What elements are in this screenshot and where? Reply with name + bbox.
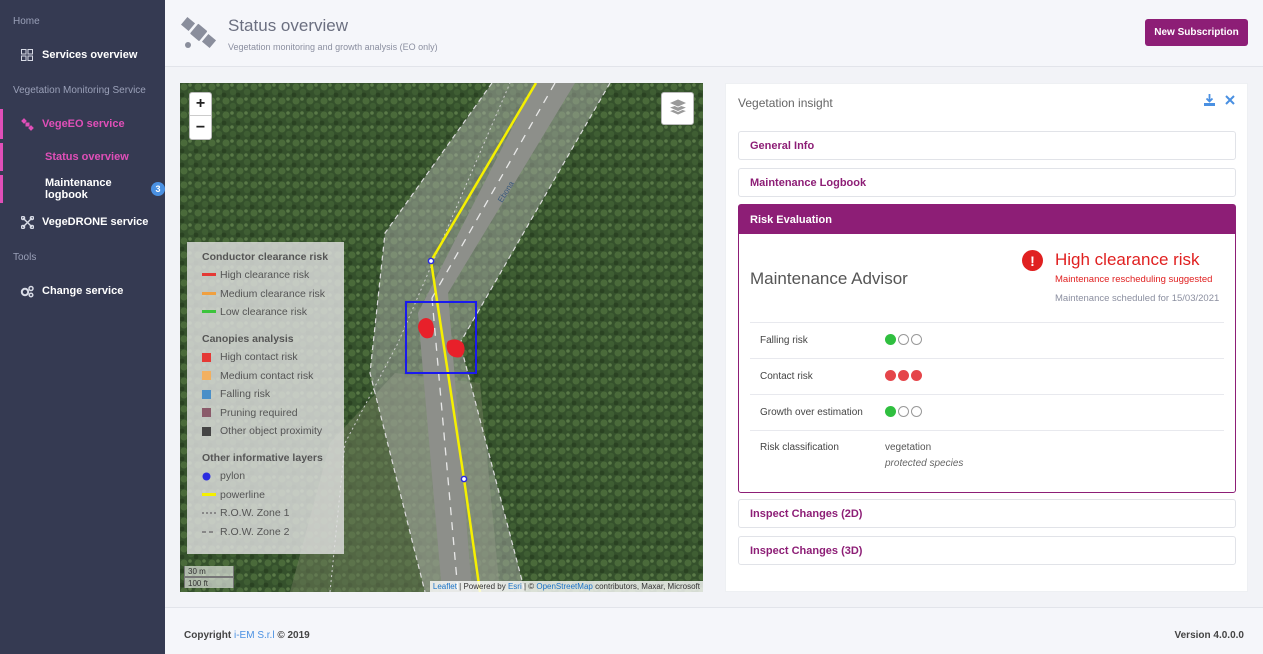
legend-item-other-object: Other object proximity [202, 422, 336, 441]
vegetation-insight-panel: Vegetation insight General Info Maintena… [725, 83, 1248, 592]
sidebar-item-label: Services overview [42, 49, 138, 61]
pylon-marker[interactable] [460, 475, 468, 483]
sidebar-item-status-overview[interactable]: Status overview [0, 143, 165, 171]
page-footer: Copyright i-EM S.r.l © 2019 Version 4.0.… [165, 607, 1263, 654]
contact-risk-rating [885, 369, 924, 384]
legend-title-other: Other informative layers [202, 451, 323, 464]
row-label-classification: Risk classification [760, 442, 839, 453]
sidebar: Home Services overview Vegetation Monito… [0, 0, 165, 654]
legend-item-row2: R.O.W. Zone 2 [202, 525, 290, 538]
sidebar-item-services-overview[interactable]: Services overview [0, 40, 165, 70]
rating-dot-filled [885, 369, 896, 381]
maintenance-schedule: Maintenance scheduled for 15/03/2021 [1055, 293, 1220, 304]
legend-item-pruning: Pruning required [202, 404, 336, 423]
sidebar-section-tools: Tools [13, 252, 37, 263]
legend-item-falling: Falling risk [202, 385, 336, 404]
risk-level-title: High clearance risk [1055, 250, 1200, 269]
legend-item-low-clearance: Low clearance risk [202, 303, 336, 322]
rating-dot-empty [898, 333, 909, 345]
close-icon[interactable] [1225, 94, 1235, 109]
scale-imperial: 100 ft [184, 577, 234, 588]
table-row: Contact risk [750, 358, 1224, 394]
legend-title-canopies: Canopies analysis [202, 332, 294, 345]
sidebar-section-home: Home [13, 16, 40, 27]
zoom-control: + − [189, 92, 212, 140]
scale-metric: 30 m [184, 566, 234, 577]
page-subtitle: Vegetation monitoring and growth analysi… [228, 42, 438, 52]
sidebar-item-label: VegeDRONE service [42, 216, 149, 228]
leaflet-link[interactable]: Leaflet [433, 582, 457, 591]
zoom-in-button[interactable]: + [190, 93, 211, 116]
row-label-falling: Falling risk [760, 335, 808, 346]
legend-item-pylon: pylon [202, 467, 336, 486]
table-row: Falling risk [750, 322, 1224, 358]
accordion-maintenance-logbook[interactable]: Maintenance Logbook [738, 168, 1236, 197]
maintenance-advisor-title: Maintenance Advisor [750, 269, 908, 288]
map-legend: Conductor clearance risk High clearance … [187, 242, 344, 554]
rating-dot-empty [898, 405, 909, 417]
sidebar-item-label: VegeEO service [42, 118, 125, 130]
logbook-count-badge: 3 [151, 182, 165, 196]
rating-dot-filled [898, 369, 909, 381]
legend-item-medium-clearance: Medium clearance risk [202, 285, 336, 304]
classification-value: vegetation [885, 442, 932, 453]
zoom-out-button[interactable]: − [190, 116, 211, 139]
copyright: Copyright i-EM S.r.l © 2019 [184, 630, 310, 641]
gears-icon [20, 284, 34, 298]
sidebar-item-label: Change service [42, 285, 124, 297]
panel-title: Vegetation insight [738, 96, 833, 110]
table-row: Risk classification vegetation protected… [750, 430, 1224, 482]
legend-title-conductor: Conductor clearance risk [202, 251, 329, 263]
rating-dot-filled [911, 369, 922, 381]
classification-note: protected species [885, 458, 964, 469]
legend-item-powerline: powerline [202, 485, 336, 504]
legend-item-high-clearance: High clearance risk [202, 266, 336, 285]
rating-dot-empty [911, 405, 922, 417]
grid-icon [20, 48, 34, 62]
drone-icon [20, 215, 34, 229]
table-row: Growth over estimation [750, 394, 1224, 430]
satellite-icon [180, 15, 217, 51]
layers-button[interactable] [661, 92, 694, 125]
accordion-inspect-2d[interactable]: Inspect Changes (2D) [738, 499, 1236, 528]
falling-risk-rating [885, 333, 924, 348]
rating-dot-filled [885, 405, 896, 417]
rating-dot-filled [885, 333, 896, 345]
sidebar-item-change-service[interactable]: Change service [0, 276, 165, 306]
risk-suggestion: Maintenance rescheduling suggested [1055, 274, 1213, 285]
accordion-risk-evaluation-header[interactable]: Risk Evaluation [739, 205, 1235, 234]
page-title: Status overview [228, 16, 348, 35]
accordion-inspect-3d[interactable]: Inspect Changes (3D) [738, 536, 1236, 565]
sidebar-section-vms: Vegetation Monitoring Service [13, 85, 146, 96]
legend-item-medium-contact: Medium contact risk [202, 366, 336, 385]
sidebar-item-vegeeo[interactable]: VegeEO service [0, 109, 165, 139]
rating-dot-empty [911, 333, 922, 345]
map-view[interactable]: Ebona + − Conductor clearance risk High … [180, 83, 703, 592]
satellite-icon [20, 117, 34, 131]
download-icon[interactable] [1204, 94, 1215, 109]
map-scale: 30 m 100 ft [184, 566, 234, 588]
row-label-growth: Growth over estimation [760, 407, 863, 418]
company-link[interactable]: i-EM S.r.l [234, 630, 275, 641]
risk-table: Falling risk Contact risk Growth over es… [750, 322, 1224, 482]
osm-link[interactable]: OpenStreetMap [536, 582, 592, 591]
sidebar-item-label: Maintenance logbook [45, 177, 112, 201]
sidebar-item-vegedrone[interactable]: VegeDRONE service [0, 207, 165, 237]
sidebar-item-maintenance-logbook[interactable]: Maintenance logbook 3 [0, 175, 165, 203]
esri-link[interactable]: Esri [508, 582, 522, 591]
page-header: Status overview Vegetation monitoring an… [165, 0, 1263, 67]
row-label-contact: Contact risk [760, 371, 813, 382]
version-label: Version 4.0.0.0 [1174, 630, 1245, 641]
map-attribution: Leaflet | Powered by Esri | © OpenStreet… [429, 581, 703, 592]
legend-item-row1: R.O.W. Zone 1 [202, 507, 290, 520]
new-subscription-button[interactable]: New Subscription [1145, 19, 1248, 46]
pylon-marker[interactable] [427, 257, 435, 265]
alert-icon: ! [1022, 250, 1043, 271]
growth-risk-rating [885, 405, 924, 420]
legend-item-high-contact: High contact risk [202, 348, 336, 367]
accordion-general-info[interactable]: General Info [738, 131, 1236, 160]
layers-icon [667, 98, 688, 119]
accordion-risk-evaluation: Risk Evaluation Maintenance Advisor ! Hi… [738, 204, 1236, 493]
